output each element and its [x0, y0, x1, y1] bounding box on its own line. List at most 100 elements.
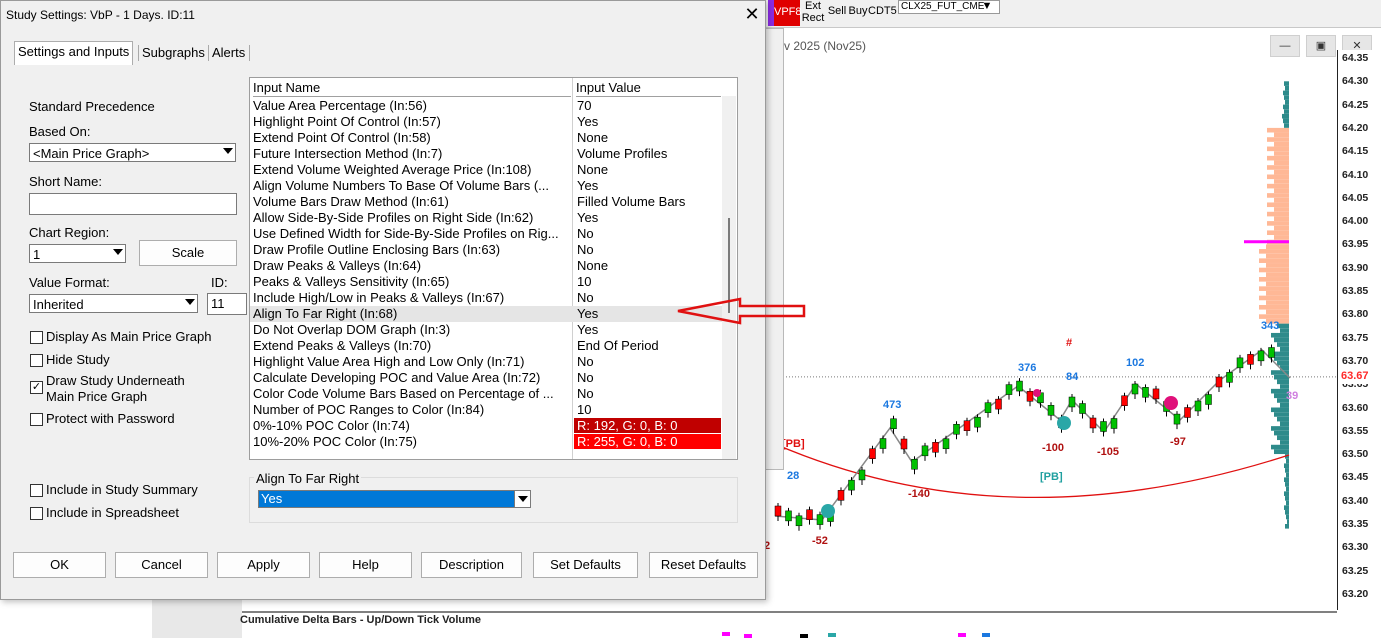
grid-row[interactable]: Include High/Low in Peaks & Valleys (In:… [250, 290, 722, 306]
grid-row[interactable]: 10%-20% POC Color (In:75) R: 255, G: 0, B… [250, 434, 722, 450]
volume-profile-bar [1280, 440, 1289, 445]
candle-body [911, 458, 918, 470]
candle-body [1215, 376, 1223, 388]
grid-row[interactable]: Allow Side-By-Side Profiles on Right Sid… [250, 210, 722, 226]
description-button[interactable]: Description [421, 552, 522, 578]
id-input[interactable]: 11 [207, 293, 247, 315]
study-summary-checkbox[interactable] [30, 484, 43, 497]
grid-row-name: Highlight Point Of Control (In:57) [253, 114, 441, 129]
volume-profile-bar [1284, 123, 1289, 128]
grid-row[interactable]: Do Not Overlap DOM Graph (In:3) Yes [250, 322, 722, 338]
grid-row[interactable]: Draw Profile Outline Enclosing Bars (In:… [250, 242, 722, 258]
price-axis-tick: 63.70 [1342, 354, 1369, 367]
grid-row[interactable]: Value Area Percentage (In:56) 70 [250, 98, 722, 114]
grid-header-name[interactable]: Input Name [253, 79, 571, 97]
grid-row-value[interactable]: 70 [574, 98, 721, 113]
grid-row-value[interactable]: Yes [574, 210, 721, 225]
edit-value-select[interactable]: Yes [258, 490, 531, 508]
chart-annotation: -100 [1042, 442, 1064, 454]
grid-row[interactable]: 0%-10% POC Color (In:74) R: 192, G: 0, B:… [250, 418, 722, 434]
tab-subgraphs[interactable]: Subgraphs [139, 43, 208, 64]
based-on-value: <Main Price Graph> [33, 146, 150, 161]
grid-row[interactable]: Future Intersection Method (In:7) Volume … [250, 146, 722, 162]
candle-body [1257, 350, 1265, 362]
grid-row-value[interactable]: Volume Profiles [574, 146, 721, 161]
value-format-label: Value Format: [29, 275, 110, 290]
grid-row-value[interactable]: No [574, 226, 721, 241]
grid-row[interactable]: Number of POC Ranges to Color (In:84) 10 [250, 402, 722, 418]
candle-body [774, 505, 782, 517]
grid-row-value[interactable]: None [574, 130, 721, 145]
grid-row-value[interactable]: No [574, 370, 721, 385]
grid-row-value[interactable]: R: 255, G: 0, B: 0 [574, 434, 721, 449]
reset-defaults-button[interactable]: Reset Defaults [649, 552, 758, 578]
grid-row-value[interactable]: No [574, 354, 721, 369]
short-name-input[interactable] [29, 193, 237, 215]
grid-row-value[interactable]: 10 [574, 402, 721, 417]
apply-button[interactable]: Apply [217, 552, 310, 578]
grid-row[interactable]: Peaks & Valleys Sensitivity (In:65) 10 [250, 274, 722, 290]
grid-row-value[interactable]: Filled Volume Bars [574, 194, 721, 209]
grid-row[interactable]: Calculate Developing POC and Value Area … [250, 370, 722, 386]
grid-row[interactable]: Align Volume Numbers To Base Of Volume B… [250, 178, 722, 194]
grid-row[interactable]: Extend Volume Weighted Average Price (In… [250, 162, 722, 178]
grid-row-value[interactable]: None [574, 162, 721, 177]
value-format-select[interactable]: Inherited [29, 294, 198, 313]
grid-row[interactable]: Draw Peaks & Valleys (In:64) None [250, 258, 722, 274]
candle-body [1236, 357, 1244, 369]
hide-study-checkbox[interactable] [30, 354, 43, 367]
edit-dropdown-button[interactable] [514, 491, 530, 507]
chart-region-select[interactable]: 1 [29, 244, 126, 263]
close-icon[interactable]: ✕ [742, 3, 762, 25]
volume-profile-bar [1274, 449, 1289, 455]
candle-body [1016, 380, 1023, 392]
grid-row-value[interactable]: No [574, 242, 721, 257]
grid-scrollbar[interactable] [722, 96, 736, 459]
volume-profile-bar [1259, 258, 1289, 263]
grid-row[interactable]: Extend Peaks & Valleys (In:70) End Of Per… [250, 338, 722, 354]
tab-settings-and-inputs[interactable]: Settings and Inputs [14, 41, 134, 65]
grid-row-value[interactable]: R: 192, G: 0, B: 0 [574, 418, 721, 433]
chart-annotation: [PB] [1040, 471, 1063, 483]
protect-password-checkbox[interactable] [30, 413, 43, 426]
grid-row[interactable]: Volume Bars Draw Method (In:61) Filled Vo… [250, 194, 722, 210]
volume-profile-bar [1271, 407, 1289, 413]
tab-alerts[interactable]: Alerts [209, 43, 248, 64]
help-button[interactable]: Help [319, 552, 412, 578]
display-main-checkbox[interactable] [30, 331, 43, 344]
grid-row-value[interactable]: Yes [574, 114, 721, 129]
inputs-grid[interactable]: Input Name Input Value Value Area Percen… [249, 77, 738, 460]
volume-profile-bar [1285, 524, 1289, 529]
candle-body [1005, 384, 1013, 395]
set-defaults-button[interactable]: Set Defaults [533, 552, 638, 578]
grid-row-value[interactable]: None [574, 258, 721, 273]
grid-row[interactable]: Color Code Volume Bars Based on Percenta… [250, 386, 722, 402]
draw-underneath-checkbox[interactable]: ✓ [30, 381, 43, 394]
current-price-label: 63.67 [1338, 369, 1381, 384]
grid-row-name: Align Volume Numbers To Base Of Volume B… [253, 178, 550, 193]
grid-row[interactable]: Highlight Value Area High and Low Only (… [250, 354, 722, 370]
grid-row[interactable]: Use Defined Width for Side-By-Side Profi… [250, 226, 722, 242]
volume-profile-bar [1259, 304, 1289, 310]
spreadsheet-checkbox[interactable] [30, 507, 43, 520]
grid-row[interactable]: Extend Point Of Control (In:58) None [250, 130, 722, 146]
scale-button[interactable]: Scale [139, 240, 237, 266]
grid-row[interactable]: Align To Far Right (In:68) Yes [250, 306, 722, 322]
ok-button[interactable]: OK [13, 552, 106, 578]
grid-header-value[interactable]: Input Value [576, 79, 721, 97]
grid-row-value[interactable]: End Of Period [574, 338, 721, 353]
candle-body [1194, 400, 1202, 412]
price-axis-tick: 64.35 [1342, 52, 1369, 64]
volume-profile-bar [1285, 468, 1289, 473]
based-on-select[interactable]: <Main Price Graph> [29, 143, 236, 162]
grid-row-value[interactable]: 10 [574, 274, 721, 289]
price-axis-tick: 64.30 [1342, 75, 1369, 88]
volume-profile-bar [1280, 346, 1289, 352]
cancel-button[interactable]: Cancel [115, 552, 208, 578]
candle-body [890, 418, 897, 430]
grid-row[interactable]: Highlight Point Of Control (In:57) Yes [250, 114, 722, 130]
volume-profile-bar [1282, 113, 1289, 119]
candle-body [942, 438, 950, 450]
grid-row-value[interactable]: Yes [574, 178, 721, 193]
grid-row-value[interactable]: No [574, 386, 721, 401]
